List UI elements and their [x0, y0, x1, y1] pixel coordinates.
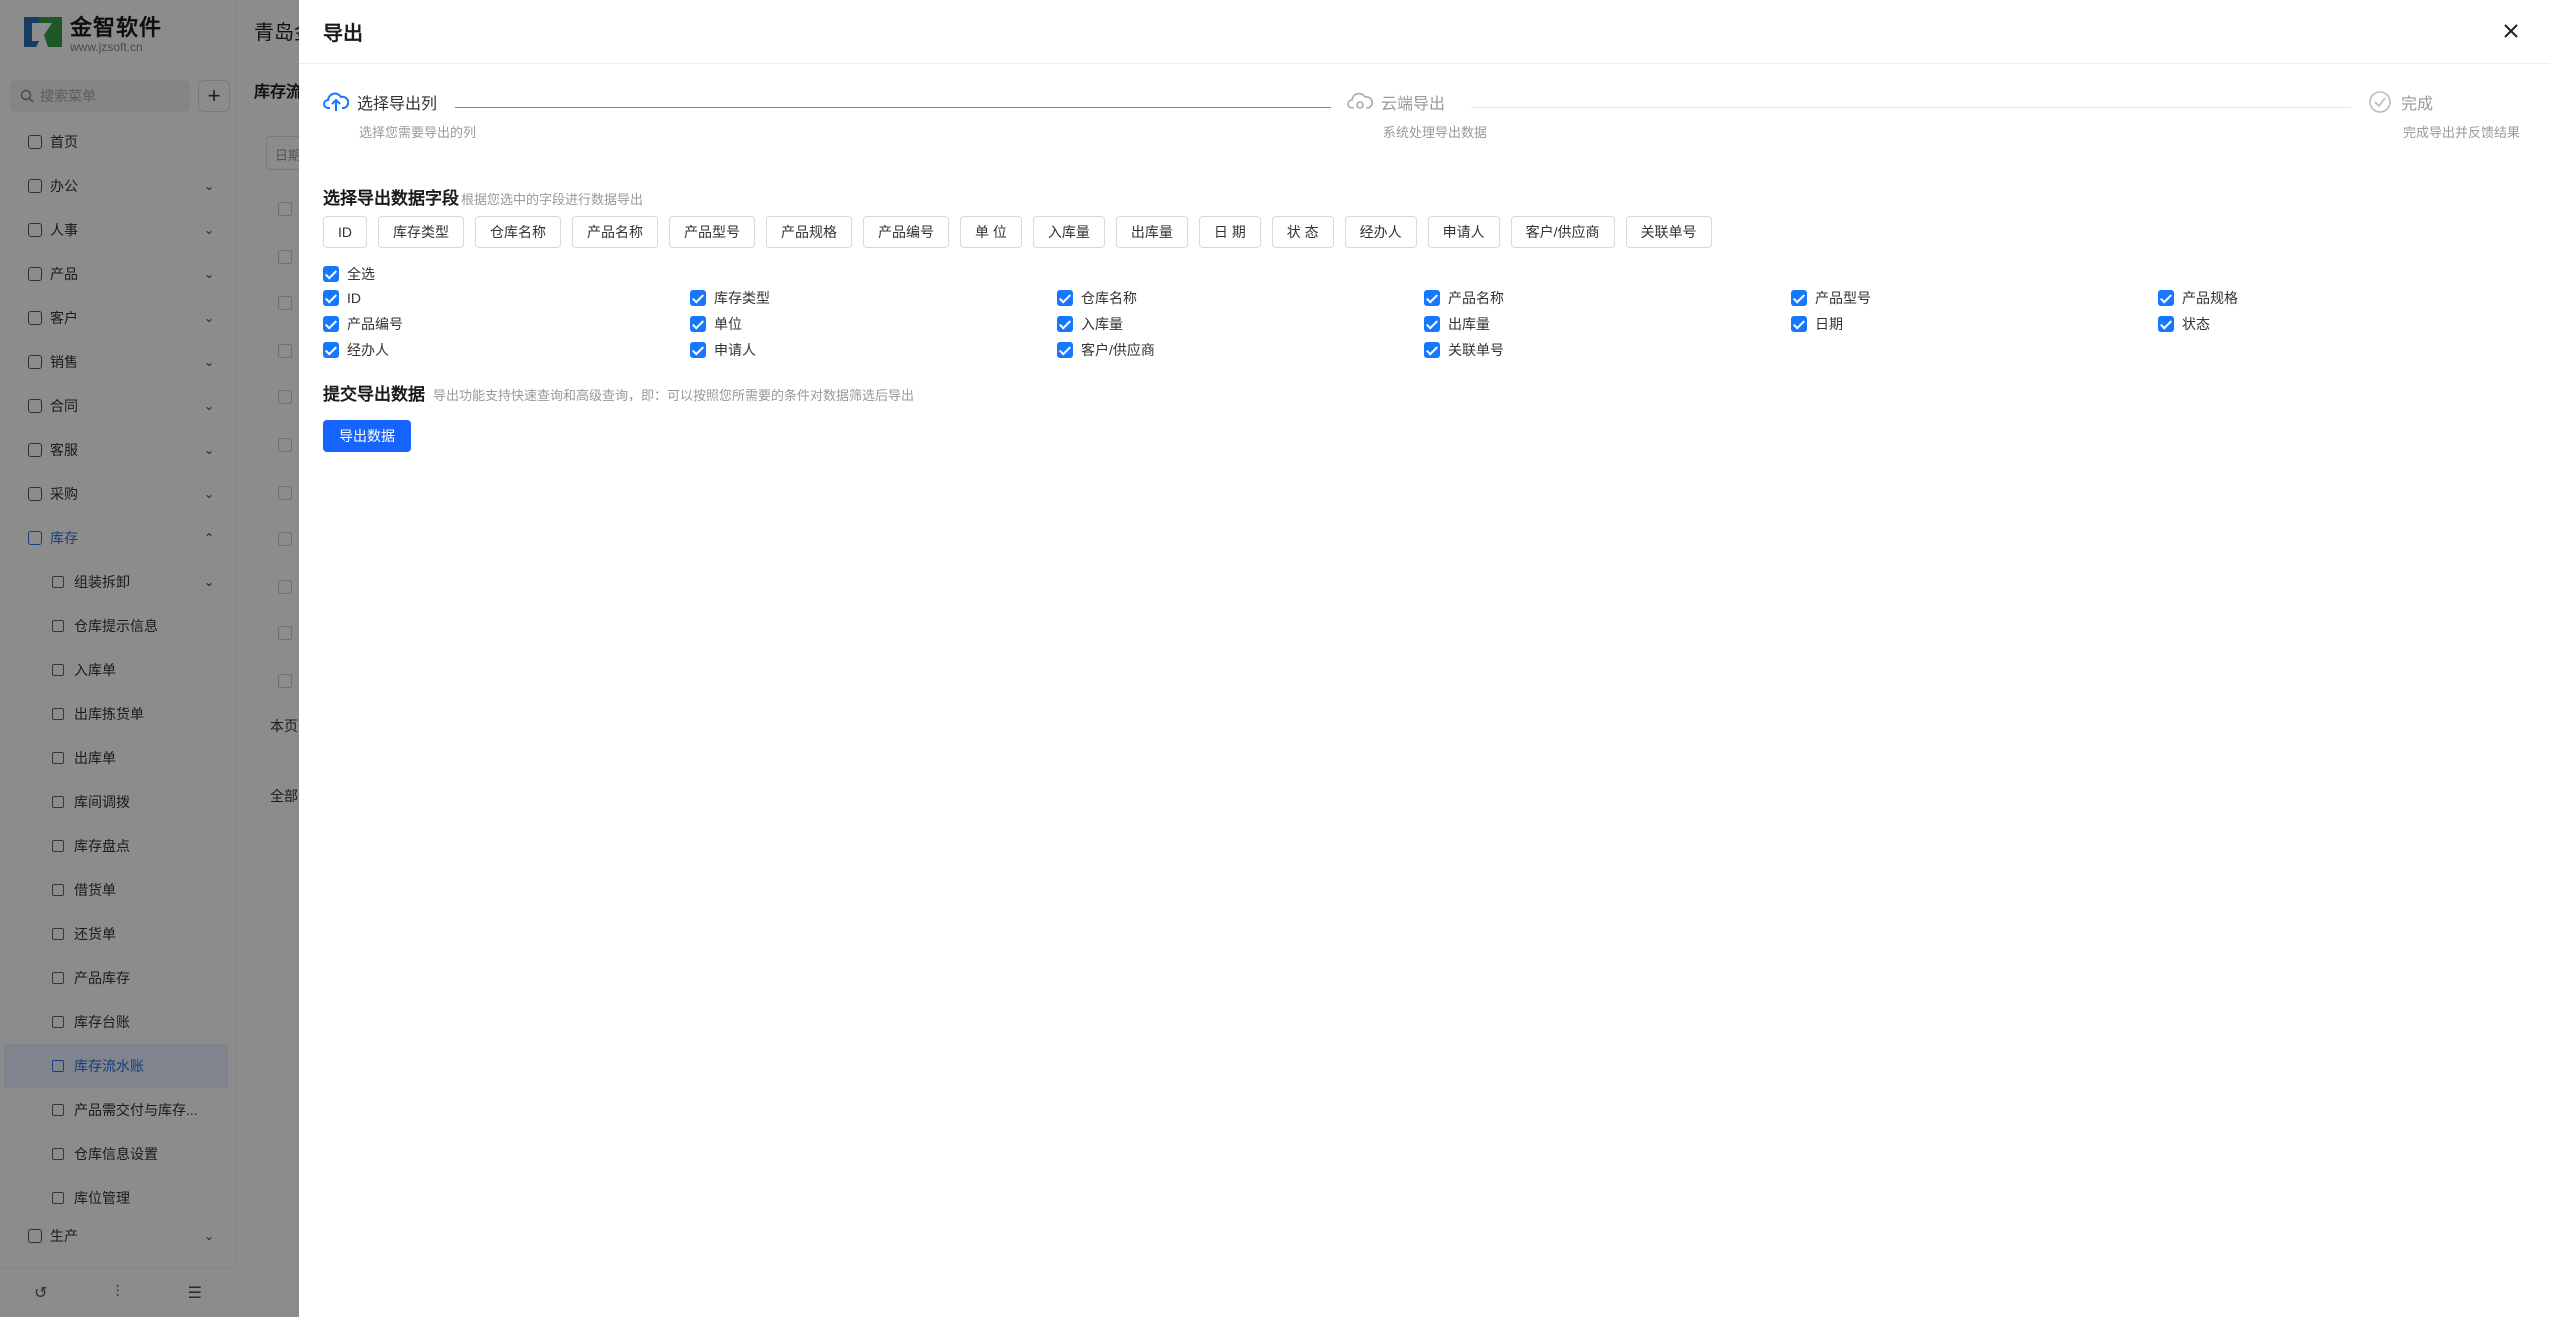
field-checkbox[interactable]: 客户/供应商: [1057, 342, 1424, 358]
export-data-button[interactable]: 导出数据: [323, 420, 411, 452]
checkbox-checked[interactable]: [323, 266, 339, 282]
checkbox-label: 出库量: [1448, 316, 1490, 332]
step-title: 选择导出列: [357, 96, 438, 113]
field-tag[interactable]: 经办人: [1344, 216, 1417, 248]
field-tag[interactable]: 单 位: [960, 216, 1022, 248]
checkbox-label: ID: [347, 290, 361, 306]
export-steps: 选择导出列 选择您需要导出的列 云端导出 系统处理导出数据 完成 完成导出并反馈…: [323, 90, 2523, 150]
field-tag[interactable]: 入库量: [1032, 216, 1105, 248]
drawer-header: 导出: [299, 0, 2550, 64]
field-checkbox-grid: ID 库存类型 仓库名称 产品名称 产品型号 产品规格 产品编号 单位 入库量 …: [323, 290, 2523, 358]
checkbox-label: 产品型号: [1815, 290, 1871, 306]
field-checkbox[interactable]: 仓库名称: [1057, 290, 1424, 306]
checkbox-label: 申请人: [714, 342, 756, 358]
step-connector-active: [455, 107, 1331, 108]
step-title: 云端导出: [1381, 96, 1446, 113]
field-tag[interactable]: 产品名称: [572, 216, 658, 248]
step-title: 完成: [2401, 96, 2434, 113]
field-checkbox[interactable]: 日期: [1791, 316, 2158, 332]
step-connector: [1471, 107, 2351, 108]
export-drawer: 导出 选择导出列 选择您需要导出的列 云端导出 系统处理导出数据 完成 完成导出…: [299, 0, 2550, 1317]
field-tag[interactable]: 申请人: [1427, 216, 1500, 248]
field-tag[interactable]: 产品型号: [669, 216, 755, 248]
checkbox-label: 状态: [2182, 316, 2210, 332]
submit-hint: 导出功能支持快速查询和高级查询，即：可以按照您所需要的条件对数据筛选后导出: [433, 388, 915, 403]
checkbox-label: 库存类型: [714, 290, 770, 306]
checkbox-checked[interactable]: [1057, 290, 1073, 306]
field-checkbox[interactable]: 产品型号: [1791, 290, 2158, 306]
cloud-icon: [1347, 92, 1373, 109]
drawer-title: 导出: [323, 23, 363, 45]
checkbox-checked[interactable]: [1791, 316, 1807, 332]
check-circle-icon: [2369, 91, 2391, 113]
field-tag[interactable]: 仓库名称: [475, 216, 561, 248]
field-checkbox[interactable]: 出库量: [1424, 316, 1791, 332]
field-checkbox[interactable]: 产品编号: [323, 316, 690, 332]
checkbox-label: 客户/供应商: [1081, 342, 1155, 358]
checkbox-checked[interactable]: [1791, 290, 1807, 306]
field-tag[interactable]: 状 态: [1271, 216, 1334, 248]
step-complete: 完成 完成导出并反馈结果: [2367, 90, 2520, 141]
field-tag-list: ID 库存类型 仓库名称 产品名称 产品型号 产品规格 产品编号 单 位 入库量…: [323, 216, 1723, 248]
field-checkbox[interactable]: 申请人: [690, 342, 1057, 358]
field-tag[interactable]: 日 期: [1198, 216, 1261, 248]
field-tag[interactable]: 出库量: [1115, 216, 1188, 248]
field-checkbox[interactable]: 产品名称: [1424, 290, 1791, 306]
field-tag[interactable]: 库存类型: [378, 216, 464, 248]
step-description: 系统处理导出数据: [1383, 125, 1488, 140]
checkbox-checked[interactable]: [323, 290, 339, 306]
checkbox-checked[interactable]: [323, 316, 339, 332]
checkbox-label: 产品名称: [1448, 290, 1504, 306]
checkbox-label: 单位: [714, 316, 742, 332]
checkbox-checked[interactable]: [1424, 316, 1440, 332]
checkbox-label: 经办人: [347, 342, 389, 358]
field-checkbox[interactable]: 关联单号: [1424, 342, 1791, 358]
step-select-columns: 选择导出列 选择您需要导出的列: [323, 90, 476, 141]
checkbox-checked[interactable]: [690, 342, 706, 358]
checkbox-label: 关联单号: [1448, 342, 1504, 358]
checkbox-label: 仓库名称: [1081, 290, 1137, 306]
checkbox-checked[interactable]: [323, 342, 339, 358]
step-description: 选择您需要导出的列: [359, 125, 477, 140]
checkbox-label: 全选: [347, 266, 375, 282]
fields-title-text: 选择导出数据字段: [323, 189, 459, 208]
step-description: 完成导出并反馈结果: [2403, 125, 2521, 140]
field-checkbox[interactable]: 经办人: [323, 342, 690, 358]
field-tag[interactable]: 产品规格: [766, 216, 852, 248]
checkbox-checked[interactable]: [1057, 342, 1073, 358]
checkbox-checked[interactable]: [1424, 342, 1440, 358]
field-checkbox[interactable]: 状态: [2158, 316, 2525, 332]
field-tag[interactable]: 产品编号: [863, 216, 949, 248]
fields-hint: 根据您选中的字段进行数据导出: [461, 192, 644, 207]
field-tag[interactable]: ID: [323, 216, 367, 248]
field-checkbox[interactable]: ID: [323, 290, 690, 306]
checkbox-checked[interactable]: [690, 290, 706, 306]
submit-title-text: 提交导出数据: [323, 385, 425, 404]
cloud-upload-icon: [323, 92, 349, 111]
field-tag[interactable]: 客户/供应商: [1510, 216, 1615, 248]
checkbox-label: 日期: [1815, 316, 1843, 332]
submit-section-title: 提交导出数据 导出功能支持快速查询和高级查询，即：可以按照您所需要的条件对数据筛选…: [323, 380, 914, 405]
checkbox-label: 入库量: [1081, 316, 1123, 332]
step-cloud-export: 云端导出 系统处理导出数据: [1347, 90, 1487, 141]
fields-section-title: 选择导出数据字段 根据您选中的字段进行数据导出: [323, 184, 643, 209]
checkbox-label: 产品规格: [2182, 290, 2238, 306]
checkbox-checked[interactable]: [1424, 290, 1440, 306]
field-checkbox[interactable]: 入库量: [1057, 316, 1424, 332]
close-icon[interactable]: [2498, 18, 2524, 44]
field-checkbox[interactable]: 产品规格: [2158, 290, 2525, 306]
field-checkbox[interactable]: 单位: [690, 316, 1057, 332]
checkbox-checked[interactable]: [2158, 316, 2174, 332]
checkbox-checked[interactable]: [1057, 316, 1073, 332]
checkbox-label: 产品编号: [347, 316, 403, 332]
field-tag[interactable]: 关联单号: [1625, 216, 1712, 248]
select-all-checkbox[interactable]: 全选: [323, 264, 375, 284]
field-checkbox[interactable]: 库存类型: [690, 290, 1057, 306]
checkbox-checked[interactable]: [690, 316, 706, 332]
checkbox-checked[interactable]: [2158, 290, 2174, 306]
